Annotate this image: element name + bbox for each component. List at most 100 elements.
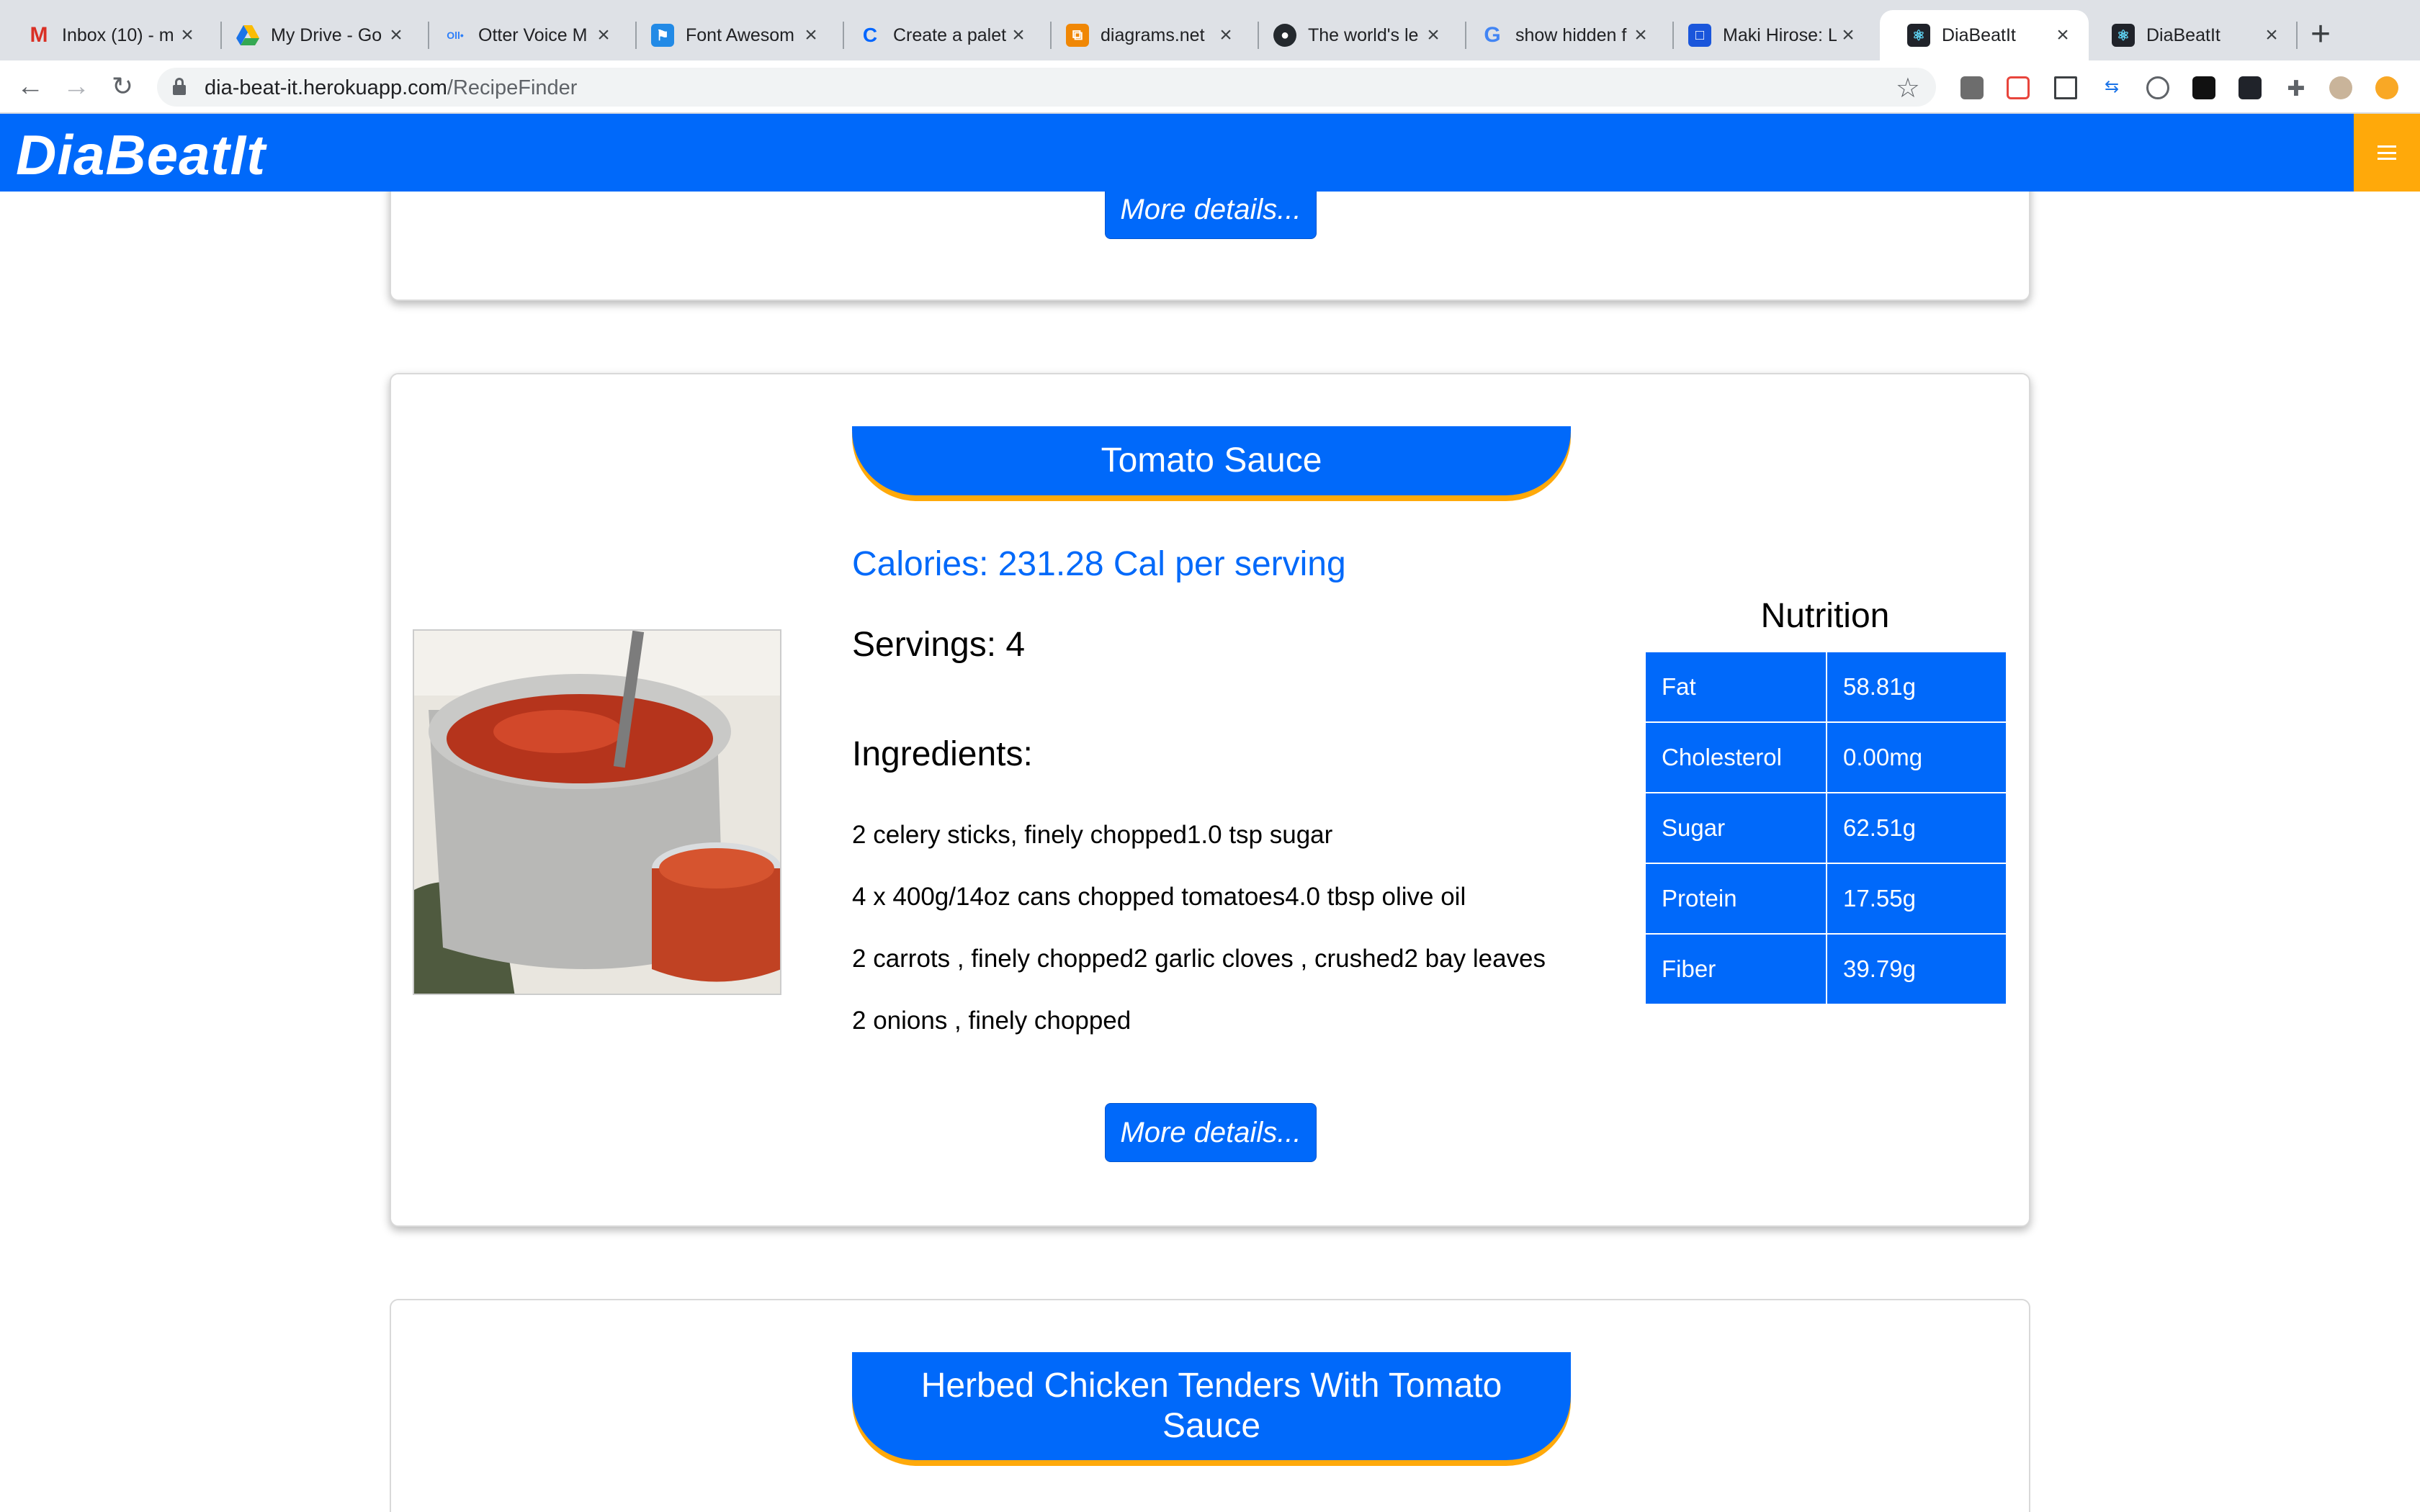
recipe-title: Herbed Chicken Tenders With Tomato Sauce (852, 1352, 1571, 1460)
lock-icon (173, 78, 186, 95)
table-row: Fat 58.81g (1644, 651, 2007, 723)
servings-text: Servings: 4 (852, 626, 1026, 664)
puzzle-extensions-icon[interactable]: ✚ (2285, 76, 2308, 101)
url-host: dia-beat-it.herokuapp.com (205, 76, 447, 99)
tab-font-awesome[interactable]: ⚑ Font Awesom × (624, 10, 837, 60)
tab-gmail[interactable]: M Inbox (10) - m × (0, 10, 213, 60)
table-row: Fiber 39.79g (1644, 933, 2007, 1005)
close-icon[interactable]: × (1837, 23, 1860, 48)
bookmark-star-icon[interactable]: ☆ (1896, 72, 1920, 104)
profile-square-icon: □ (1688, 24, 1711, 47)
new-tab-plus-icon[interactable]: + (2311, 14, 2331, 55)
tab-title: Create a palet (893, 24, 1007, 45)
brand-logo[interactable]: DiaBeatIt (16, 122, 266, 188)
nutrition-value: 0.00mg (1826, 721, 2007, 793)
recipe-image (413, 629, 781, 995)
tab-separator (2296, 22, 2298, 49)
ingredients-heading: Ingredients: (852, 735, 1033, 773)
table-row: Cholesterol 0.00mg (1644, 721, 2007, 793)
tab-title: DiaBeatIt (1942, 24, 2016, 45)
otter-icon: Oll• (447, 30, 464, 41)
update-icon[interactable] (2375, 76, 2398, 99)
nutrition-value: 62.51g (1826, 792, 2007, 864)
react-icon: ⚛ (1907, 24, 1930, 47)
close-icon[interactable]: × (1629, 23, 1652, 48)
tab-diagrams[interactable]: ⧉ diagrams.net × (1039, 10, 1252, 60)
nutrition-label: Sugar (1644, 792, 1827, 864)
tab-title: diagrams.net (1101, 24, 1205, 45)
tab-github[interactable]: ● The world's le × (1246, 10, 1459, 60)
font-awesome-icon: ⚑ (651, 24, 674, 47)
tab-title: Maki Hirose: L (1723, 24, 1837, 45)
more-details-button[interactable]: More details... (1105, 1103, 1317, 1162)
tab-title: Inbox (10) - m (62, 24, 174, 45)
nutrition-label: Cholesterol (1644, 721, 1827, 793)
react-icon: ⚛ (2112, 24, 2135, 47)
reload-icon[interactable]: ↻ (104, 68, 141, 105)
ingredients-list: 2 celery sticks, finely chopped1.0 tsp s… (852, 821, 1546, 1068)
tab-diabeatit[interactable]: ⚛ DiaBeatIt × (2084, 10, 2298, 60)
close-icon[interactable]: × (592, 23, 615, 48)
menu-button[interactable] (2354, 114, 2420, 192)
tab-title: Otter Voice M (478, 24, 588, 45)
close-icon[interactable]: × (1422, 23, 1445, 48)
close-icon[interactable]: × (799, 23, 823, 48)
close-icon[interactable]: × (385, 23, 408, 48)
diagrams-icon: ⧉ (1066, 24, 1089, 47)
recipe-title-line: Sauce (1162, 1407, 1261, 1445)
close-icon[interactable]: × (1214, 23, 1237, 48)
nutrition-value: 58.81g (1826, 651, 2007, 723)
tab-title: The world's le (1308, 24, 1419, 45)
close-icon[interactable]: × (176, 23, 199, 48)
google-icon: G (1484, 23, 1501, 47)
github-icon: ● (1273, 24, 1296, 47)
react-devtools-icon[interactable] (2238, 76, 2262, 99)
nutrition-value: 39.79g (1826, 933, 2007, 1005)
forward-arrow-icon[interactable]: → (58, 68, 95, 105)
tomato-sauce-photo (414, 631, 780, 994)
nutrition-label: Protein (1644, 863, 1827, 935)
code-extension-icon[interactable] (2146, 76, 2169, 99)
google-drive-icon (236, 24, 259, 47)
url-path: /RecipeFinder (447, 76, 578, 99)
nutrition-table: Fat 58.81g Cholesterol 0.00mg Sugar 62.5… (1644, 651, 2007, 1005)
recipe-title-line: Herbed Chicken Tenders With Tomato (920, 1367, 1502, 1405)
recipe-title: Tomato Sauce (852, 426, 1571, 495)
tab-coolors[interactable]: C Create a palet × (831, 10, 1044, 60)
screenshot-icon[interactable] (2054, 76, 2077, 99)
tab-diabeatit-active[interactable]: ⚛ DiaBeatIt × (1880, 10, 2089, 60)
arrows-extension-icon[interactable]: ⇆ (2100, 76, 2123, 99)
ingredient-item: 2 onions , finely chopped (852, 1007, 1131, 1035)
tab-google-search[interactable]: G show hidden f × (1453, 10, 1667, 60)
table-row: Protein 17.55g (1644, 863, 2007, 935)
back-arrow-icon[interactable]: ← (12, 68, 49, 105)
tab-profile[interactable]: □ Maki Hirose: L × (1661, 10, 1874, 60)
nutrition-label: Fiber (1644, 933, 1827, 1005)
gmail-icon: M (30, 23, 48, 47)
tab-title: show hidden f (1515, 24, 1627, 45)
close-icon[interactable]: × (2260, 23, 2283, 48)
ingredient-item: 2 carrots , finely chopped2 garlic clove… (852, 945, 1546, 973)
table-row: Sugar 62.51g (1644, 792, 2007, 864)
nutrition-label: Fat (1644, 651, 1827, 723)
extension-badge-icon[interactable] (2007, 76, 2030, 99)
close-icon[interactable]: × (1007, 23, 1030, 48)
nutrition-value: 17.55g (1826, 863, 2007, 935)
tab-otter[interactable]: Oll• Otter Voice M × (416, 10, 629, 60)
tab-title: Font Awesom (686, 24, 795, 45)
tab-title: My Drive - Go (271, 24, 382, 45)
ingredient-item: 4 x 400g/14oz cans chopped tomatoes4.0 t… (852, 883, 1466, 911)
app-header: DiaBeatIt (0, 114, 2420, 192)
ingredient-item: 2 celery sticks, finely chopped1.0 tsp s… (852, 821, 1333, 849)
recipe-card: Tomato Sauce Calories: 231.28 Cal per se… (390, 373, 2030, 1227)
nutrition-heading: Nutrition (1760, 597, 1890, 635)
avatar[interactable] (2329, 76, 2352, 99)
hamburger-icon (2378, 145, 2396, 160)
flag-extension-icon[interactable] (2192, 76, 2215, 99)
url-text: dia-beat-it.herokuapp.com/RecipeFinder (205, 76, 577, 100)
address-bar[interactable]: dia-beat-it.herokuapp.com/RecipeFinder ☆ (157, 68, 1936, 107)
tab-google-drive[interactable]: My Drive - Go × (209, 10, 422, 60)
extension-grid-icon[interactable] (1960, 76, 1984, 99)
close-icon[interactable]: × (2051, 23, 2074, 48)
coolors-icon: C (862, 24, 878, 46)
